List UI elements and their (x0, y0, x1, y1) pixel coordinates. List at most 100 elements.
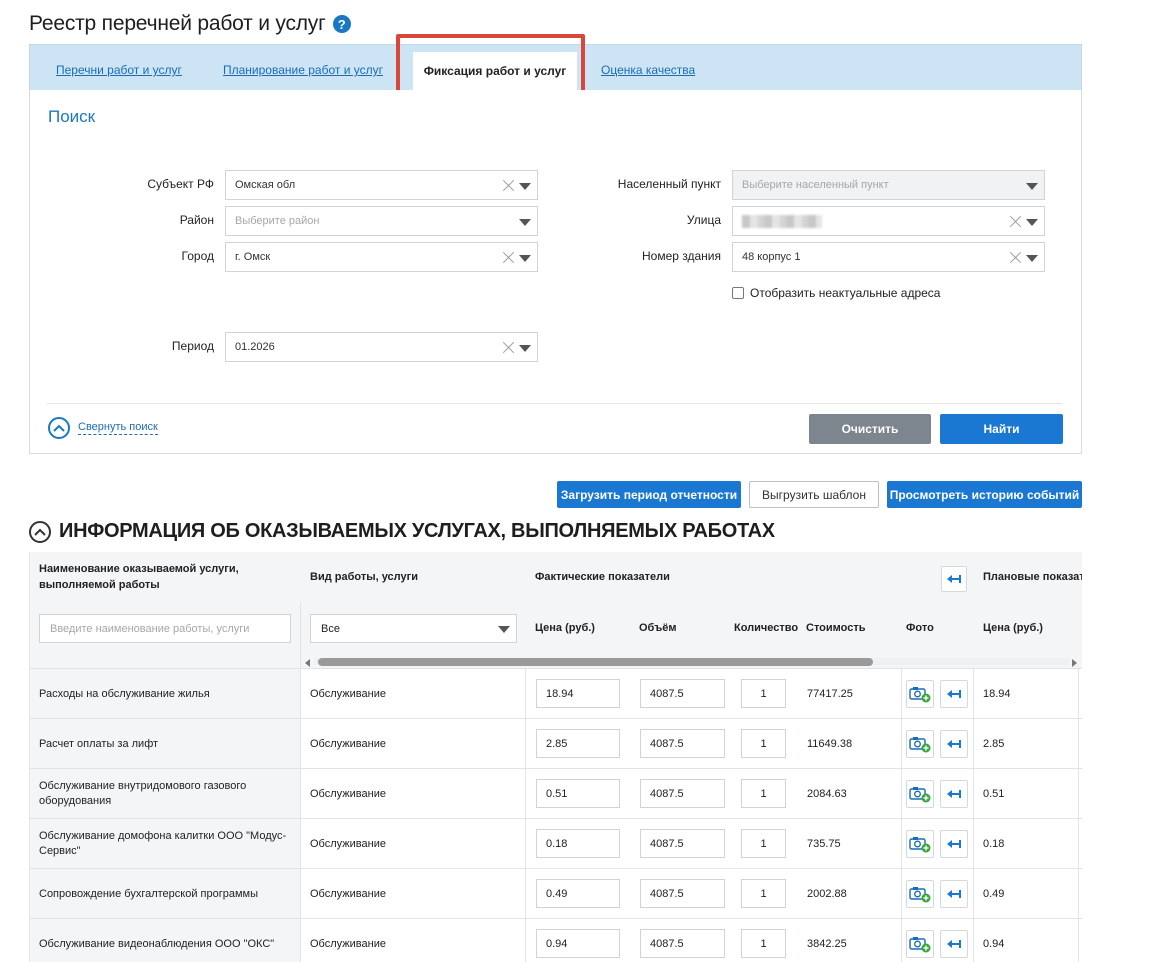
clear-icon[interactable] (502, 341, 515, 354)
quantity-input[interactable]: 1 (741, 729, 786, 758)
add-photo-button[interactable] (906, 930, 934, 958)
view-history-button[interactable]: Просмотреть историю событий (887, 481, 1082, 508)
type-filter-select[interactable]: Все (310, 614, 517, 643)
tab-fixation[interactable]: Фиксация работ и услуг (413, 52, 577, 92)
building-select[interactable]: 48 корпус 1 (732, 242, 1045, 272)
copy-plan-button[interactable] (940, 680, 968, 708)
period-select[interactable]: 01.2026 (225, 332, 538, 362)
quantity-input[interactable]: 1 (741, 929, 786, 958)
header-actual: Фактические показатели (535, 571, 670, 583)
tab-work-lists[interactable]: Перечни работ и услуг (56, 63, 182, 77)
chevron-up-icon[interactable] (48, 417, 70, 439)
period-label: Период (171, 339, 214, 353)
clear-icon[interactable] (502, 251, 515, 264)
services-table: Наименование оказываемой услуги, выполня… (29, 552, 1082, 962)
quantity-input[interactable]: 1 (741, 679, 786, 708)
camera-add-icon (909, 887, 931, 903)
search-title: Поиск (48, 107, 96, 126)
collapse-columns-button[interactable] (941, 566, 967, 592)
type-filter-value: Все (321, 622, 340, 635)
export-template-button[interactable]: Выгрузить шаблон (749, 481, 879, 508)
chevron-down-icon[interactable] (498, 626, 510, 633)
horizontal-scrollbar[interactable] (300, 654, 1082, 668)
volume-input[interactable]: 4087.5 (640, 879, 725, 908)
street-select[interactable] (732, 206, 1045, 236)
chevron-down-icon[interactable] (519, 183, 531, 190)
settlement-label: Населенный пункт (617, 177, 721, 191)
clear-icon[interactable] (502, 179, 515, 192)
subject-select[interactable]: Омская обл (225, 170, 538, 200)
volume-input[interactable]: 4087.5 (640, 929, 725, 958)
row-type: Обслуживание (300, 719, 525, 769)
city-select[interactable]: г. Омск (225, 242, 538, 272)
price-input[interactable]: 0.51 (536, 779, 620, 808)
upload-period-button[interactable]: Загрузить период отчетности (557, 481, 741, 508)
district-select[interactable]: Выберите район (225, 206, 538, 236)
row-photo (901, 819, 974, 869)
volume-value: 4087.5 (650, 737, 684, 750)
name-filter-input[interactable]: Введите наименование работы, услуги (39, 614, 291, 643)
help-icon[interactable]: ? (332, 15, 351, 33)
row-name: Сопровождение бухгалтерской программы (30, 869, 300, 919)
header-price: Цена (руб.) (535, 622, 595, 634)
copy-plan-button[interactable] (940, 880, 968, 908)
inactive-addresses-option[interactable]: Отобразить неактуальные адреса (732, 286, 940, 300)
copy-plan-button[interactable] (940, 780, 968, 808)
add-photo-button[interactable] (906, 680, 934, 708)
quantity-input[interactable]: 1 (741, 779, 786, 808)
clear-button[interactable]: Очистить (809, 414, 931, 444)
collapse-search-label[interactable]: Свернуть поиск (78, 421, 158, 435)
add-photo-button[interactable] (906, 880, 934, 908)
header-quantity: Количество (734, 622, 799, 634)
quantity-value: 1 (760, 737, 767, 750)
scroll-left-icon[interactable] (305, 659, 310, 667)
subject-value: Омская обл (235, 179, 296, 191)
scroll-thumb[interactable] (318, 658, 873, 666)
chevron-down-icon[interactable] (1026, 183, 1038, 190)
chevron-down-icon[interactable] (519, 255, 531, 262)
settlement-select[interactable]: Выберите населенный пункт (732, 170, 1045, 200)
volume-input[interactable]: 4087.5 (640, 779, 725, 808)
copy-plan-button[interactable] (940, 730, 968, 758)
row-name: Обслуживание внутридомового газового обо… (30, 769, 300, 819)
header-planned: Плановые показат (983, 571, 1082, 583)
clear-icon[interactable] (1009, 215, 1022, 228)
subject-label: Субъект РФ (147, 177, 214, 191)
price-input[interactable]: 0.49 (536, 879, 620, 908)
tab-planning[interactable]: Планирование работ и услуг (223, 63, 383, 77)
section-title: ИНФОРМАЦИЯ ОБ ОКАЗЫВАЕМЫХ УСЛУГАХ, ВЫПОЛ… (29, 520, 775, 543)
row-name: Обслуживание домофона калитки ООО "Модус… (30, 819, 300, 869)
price-input[interactable]: 0.94 (536, 929, 620, 958)
clear-icon[interactable] (1009, 251, 1022, 264)
collapse-search-link[interactable]: Свернуть поиск (48, 417, 158, 439)
quantity-input[interactable]: 1 (741, 829, 786, 858)
volume-value: 4087.5 (650, 887, 684, 900)
street-value-redacted (742, 214, 822, 228)
inactive-addresses-checkbox[interactable] (732, 287, 744, 299)
cost-value: 2084.63 (807, 788, 847, 800)
price-input[interactable]: 18.94 (536, 679, 620, 708)
row-actual: 2.85 4087.5 1 11649.38 (525, 719, 901, 769)
price-input[interactable]: 0.18 (536, 829, 620, 858)
quantity-input[interactable]: 1 (741, 879, 786, 908)
volume-input[interactable]: 4087.5 (640, 679, 725, 708)
scroll-right-icon[interactable] (1072, 659, 1077, 667)
chevron-down-icon[interactable] (519, 345, 531, 352)
add-photo-button[interactable] (906, 780, 934, 808)
copy-plan-button[interactable] (940, 830, 968, 858)
chevron-down-icon[interactable] (1026, 219, 1038, 226)
chevron-down-icon[interactable] (519, 219, 531, 226)
volume-input[interactable]: 4087.5 (640, 729, 725, 758)
header-photo: Фото (906, 622, 934, 634)
price-input[interactable]: 2.85 (536, 729, 620, 758)
add-photo-button[interactable] (906, 730, 934, 758)
header-cost: Стоимость (806, 622, 866, 634)
volume-input[interactable]: 4087.5 (640, 829, 725, 858)
tab-quality[interactable]: Оценка качества (601, 63, 695, 77)
chevron-down-icon[interactable] (1026, 255, 1038, 262)
chevron-up-icon[interactable] (29, 520, 51, 543)
table-row: Обслуживание внутридомового газового обо… (30, 768, 1082, 819)
copy-plan-button[interactable] (940, 930, 968, 958)
add-photo-button[interactable] (906, 830, 934, 858)
find-button[interactable]: Найти (940, 414, 1063, 444)
